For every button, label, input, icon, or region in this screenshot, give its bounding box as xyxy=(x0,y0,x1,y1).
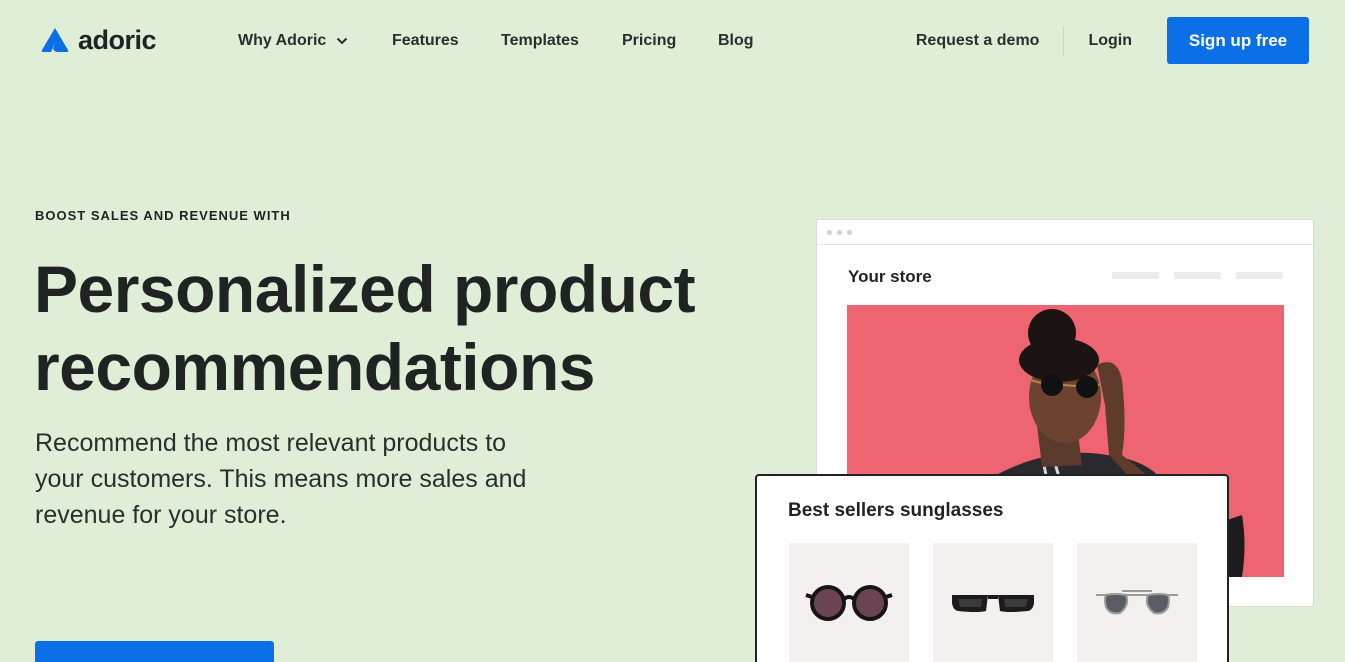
hero-subtext: Recommend the most relevant products to … xyxy=(35,429,527,529)
nav-pricing-label: Pricing xyxy=(622,32,677,49)
menu-placeholder-bar xyxy=(1112,272,1159,279)
page: adoric Why Adoric Features Templates Pri… xyxy=(0,0,1345,662)
card-title: Best sellers sunglasses xyxy=(788,500,1004,521)
nav-blog[interactable]: Blog xyxy=(718,32,754,50)
nav-pricing[interactable]: Pricing xyxy=(622,32,718,50)
nav-templates-label: Templates xyxy=(501,32,579,49)
nav-features[interactable]: Features xyxy=(392,32,501,50)
login-link[interactable]: Login xyxy=(1088,32,1132,50)
round-sunglasses-icon xyxy=(805,585,893,621)
browser-bar xyxy=(817,220,1313,245)
top-nav: adoric Why Adoric Features Templates Pri… xyxy=(0,0,1345,82)
nav-why-adoric-label: Why Adoric xyxy=(238,32,327,49)
store-menu-placeholder xyxy=(1112,272,1283,279)
nav-divider xyxy=(1063,25,1065,56)
hero-headline: Personalized product recommendations xyxy=(34,252,696,404)
aviator-sunglasses-icon xyxy=(1096,590,1178,615)
product-item[interactable] xyxy=(933,543,1053,662)
product-item[interactable] xyxy=(789,543,909,662)
logo-text: adoric xyxy=(78,24,157,55)
nav-templates[interactable]: Templates xyxy=(501,32,622,50)
signup-button[interactable]: Sign up free xyxy=(1167,17,1309,64)
recommendation-card: Best sellers sunglasses xyxy=(755,474,1229,662)
window-dot xyxy=(837,229,842,235)
logo[interactable]: adoric xyxy=(40,24,157,55)
hero-cta-button[interactable] xyxy=(35,641,274,662)
chevron-down-icon xyxy=(337,37,348,45)
adoric-logo-icon xyxy=(41,28,69,52)
product-item[interactable] xyxy=(1077,543,1197,662)
nav-why-adoric[interactable]: Why Adoric xyxy=(238,32,392,50)
rectangular-sunglasses-icon xyxy=(952,595,1034,612)
product-list xyxy=(789,543,1197,662)
nav-links: Why Adoric Features Templates Pricing Bl… xyxy=(238,32,754,50)
nav-actions: Request a demo Login Sign up free xyxy=(916,17,1309,64)
request-demo-link[interactable]: Request a demo xyxy=(916,32,1040,50)
store-title: Your store xyxy=(848,267,932,286)
menu-placeholder-bar xyxy=(1174,272,1221,279)
hero-eyebrow: BOOST SALES AND REVENUE WITH xyxy=(35,208,291,223)
window-dot xyxy=(827,229,832,235)
nav-features-label: Features xyxy=(392,32,459,49)
nav-blog-label: Blog xyxy=(718,32,754,49)
window-dot xyxy=(847,229,852,235)
menu-placeholder-bar xyxy=(1236,272,1283,279)
